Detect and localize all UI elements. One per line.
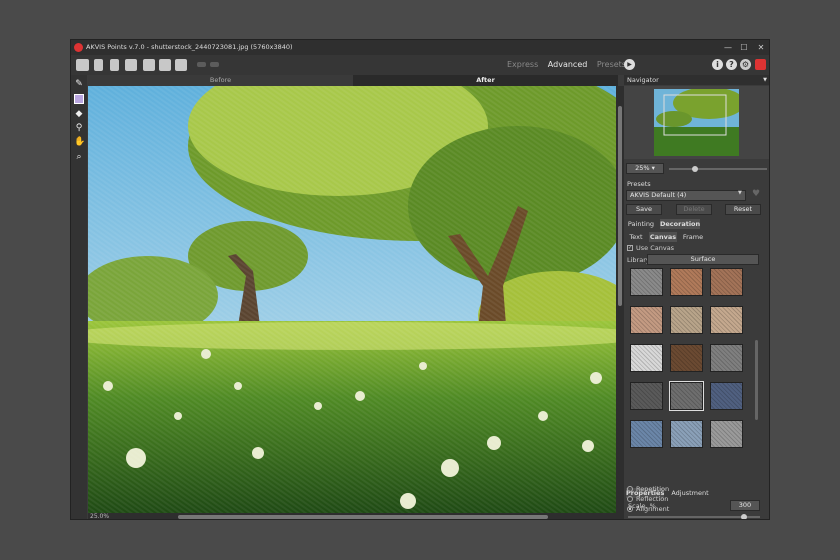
scale-input[interactable]: 300 — [730, 500, 760, 511]
history-brush-icon[interactable]: ⚲ — [74, 123, 84, 133]
texture-swatch[interactable] — [710, 306, 743, 334]
navigator-zoom-knob[interactable] — [692, 166, 698, 172]
image-canvas[interactable] — [88, 86, 616, 513]
use-canvas-checkbox[interactable]: ✓ — [627, 245, 633, 251]
import-strokes-icon[interactable] — [143, 59, 155, 71]
texture-swatch[interactable] — [670, 344, 703, 372]
texture-swatch[interactable] — [670, 420, 703, 448]
repetition-label: Repetition — [636, 485, 670, 493]
mode-switcher: Express Advanced Presets — [507, 60, 633, 69]
navigator-thumbnail[interactable] — [654, 89, 739, 156]
chevron-down-icon[interactable]: ▼ — [763, 75, 767, 85]
zoom-icon[interactable]: ⌕ — [74, 152, 84, 162]
texture-swatch[interactable] — [670, 268, 703, 296]
chevron-down-icon: ▼ — [738, 190, 742, 196]
exit-icon[interactable] — [755, 59, 766, 70]
alignment-label: Alignment — [636, 505, 670, 513]
close-button[interactable]: ✕ — [755, 42, 767, 53]
reflection-label: Reflection — [636, 495, 669, 503]
color-swatch-icon[interactable] — [74, 94, 84, 104]
tab-after[interactable]: After — [353, 75, 618, 86]
texture-swatch[interactable] — [710, 420, 743, 448]
hand-icon[interactable]: ✋ — [74, 137, 85, 147]
window-title: AKVIS Points v.7.0 - shutterstock_244072… — [86, 43, 293, 51]
batch-icon[interactable] — [175, 59, 187, 71]
presets-title: Presets — [624, 179, 769, 189]
stroke-direction-icon[interactable]: ✎ — [74, 79, 84, 89]
eraser-icon[interactable]: ◆ — [74, 109, 84, 119]
navigator-title: Navigator — [627, 76, 659, 84]
app-logo-icon — [74, 43, 83, 52]
radio-repetition[interactable] — [627, 486, 633, 492]
scale-slider[interactable] — [628, 516, 760, 518]
mode-express[interactable]: Express — [507, 60, 538, 69]
texture-swatch[interactable] — [670, 306, 703, 334]
info-icon[interactable]: i — [712, 59, 723, 70]
delete-preset-button[interactable]: Delete — [676, 204, 712, 215]
texture-swatch[interactable] — [710, 382, 743, 410]
before-after-tabs: Before After — [88, 75, 618, 86]
navigator-header: Navigator ▼ — [624, 75, 769, 85]
tab-text[interactable]: Text — [626, 232, 646, 242]
open-file-icon[interactable] — [94, 59, 103, 71]
scale-slider-knob[interactable] — [741, 514, 748, 519]
save-file-icon[interactable] — [110, 59, 119, 71]
mode-advanced[interactable]: Advanced — [548, 60, 588, 69]
navigator-zoom-select[interactable]: 25% ▾ — [626, 163, 664, 174]
library-select[interactable]: Surface — [647, 254, 759, 265]
navigator-zoom-slider[interactable] — [669, 168, 767, 170]
toolbar: Express Advanced Presets ▶ i ? ⚙ — [71, 55, 769, 75]
canvas-horizontal-scrollbar[interactable]: 25.0% — [88, 513, 624, 520]
heart-icon[interactable]: ♥ — [752, 189, 760, 199]
horizontal-scroll-thumb[interactable] — [178, 515, 548, 519]
tab-decoration[interactable]: Decoration — [660, 219, 700, 229]
texture-swatch[interactable] — [710, 344, 743, 372]
tab-painting[interactable]: Painting — [626, 219, 656, 229]
undo-icon[interactable] — [197, 62, 206, 67]
texture-swatch[interactable] — [630, 382, 663, 410]
export-strokes-icon[interactable] — [159, 59, 171, 71]
texture-swatch[interactable] — [669, 381, 704, 411]
radio-reflection[interactable] — [627, 496, 633, 502]
canvas-vertical-scrollbar[interactable] — [616, 86, 624, 513]
texture-swatch[interactable] — [710, 268, 743, 296]
play-icon[interactable]: ▶ — [624, 59, 635, 70]
minimize-button[interactable]: — — [722, 42, 734, 53]
redo-icon[interactable] — [210, 62, 219, 67]
help-icon[interactable]: ? — [726, 59, 737, 70]
print-icon[interactable] — [125, 59, 137, 71]
tab-canvas[interactable]: Canvas — [649, 232, 677, 242]
radio-alignment[interactable] — [627, 506, 633, 512]
zoom-status: 25.0% — [90, 513, 110, 520]
use-canvas-label: Use Canvas — [636, 244, 675, 252]
save-preset-button[interactable]: Save — [626, 204, 662, 215]
navigator-preview[interactable] — [624, 86, 769, 159]
tab-frame[interactable]: Frame — [682, 232, 704, 242]
mode-presets[interactable]: Presets — [597, 60, 626, 69]
reset-preset-button[interactable]: Reset — [725, 204, 761, 215]
tools-panel: ✎ ◆ ⚲ ✋ ⌕ — [71, 75, 87, 519]
texture-swatch[interactable] — [630, 344, 663, 372]
gear-icon[interactable]: ⚙ — [740, 59, 751, 70]
tab-adjustment[interactable]: Adjustment — [668, 488, 712, 498]
settings-panel: Navigator ▼ 25% ▾ Presets AKVIS Default … — [624, 75, 769, 519]
home-icon[interactable] — [76, 59, 89, 71]
texture-grid-scrollbar[interactable] — [755, 340, 758, 420]
tab-before[interactable]: Before — [88, 75, 353, 86]
texture-swatch[interactable] — [630, 420, 663, 448]
texture-swatch[interactable] — [630, 268, 663, 296]
painted-landscape-image — [88, 86, 616, 513]
preset-select[interactable]: AKVIS Default (4) — [626, 190, 746, 201]
app-window: AKVIS Points v.7.0 - shutterstock_244072… — [70, 39, 770, 520]
title-bar: AKVIS Points v.7.0 - shutterstock_244072… — [71, 40, 769, 55]
maximize-button[interactable]: ☐ — [738, 42, 750, 53]
texture-swatch[interactable] — [630, 306, 663, 334]
